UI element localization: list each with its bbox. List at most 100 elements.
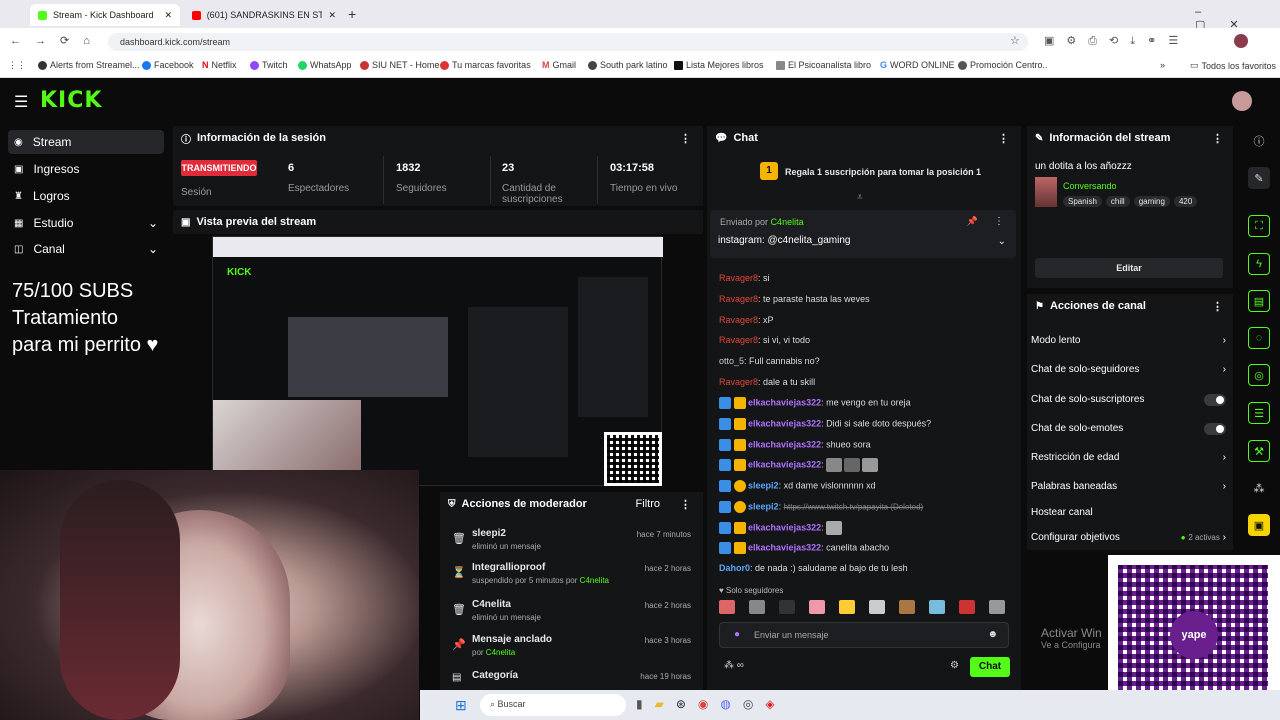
url-bar[interactable]: dashboard.kick.com/stream — [108, 33, 1028, 51]
chat-bubble-icon[interactable]: ◌ — [1248, 327, 1270, 349]
gear-icon[interactable]: ⚙ — [950, 660, 959, 671]
lightning-icon[interactable]: ϟ — [1248, 253, 1270, 275]
tab-youtube[interactable]: (601) SANDRASKINS EN STREAM ✕ — [184, 4, 344, 26]
tab-kick-dashboard[interactable]: Stream - Kick Dashboard ✕ — [30, 4, 180, 26]
user-avatar[interactable] — [1232, 91, 1252, 111]
bookmark-item[interactable]: Twitch — [250, 60, 288, 70]
menu-icon[interactable]: ☰ — [14, 92, 28, 112]
action-emotes-only[interactable]: Chat de solo-emotes — [1031, 423, 1226, 435]
tag[interactable]: 420 — [1173, 196, 1198, 207]
action-age-restriction[interactable]: Restricción de edad › — [1031, 452, 1226, 463]
mod-row: ▤ Categoría hace 19 horas — [452, 670, 691, 683]
chat-tools-icon[interactable]: ⁂ ∞ — [724, 660, 744, 671]
nav-buttons[interactable]: ←→⟳⌂ — [10, 34, 104, 47]
filter-button[interactable]: Filtro — [636, 498, 660, 510]
windows-start-icon[interactable]: ⊞ — [455, 697, 467, 714]
action-host-channel[interactable]: Hostear canal — [1031, 507, 1226, 518]
more-icon[interactable]: ⋮ — [680, 132, 691, 145]
bookmark-item[interactable]: Facebook — [142, 60, 194, 70]
chat-message: elkachaviejas322: me vengo en tu oreja — [719, 397, 911, 409]
star-icon[interactable]: ☆ — [1010, 34, 1020, 47]
bookmark-item[interactable]: Promoción Centro.. — [958, 60, 1048, 70]
pencil-icon[interactable]: ✎ — [1248, 167, 1270, 189]
stream-icon: ◉ — [14, 136, 23, 148]
pin-icon[interactable]: 📌 — [967, 216, 978, 227]
list-icon[interactable]: ☰ — [1248, 402, 1270, 424]
sidebar-item-ingresos[interactable]: ▣ Ingresos — [8, 157, 164, 181]
emoji-icon[interactable]: ☻ — [987, 629, 998, 640]
chat-input[interactable]: ● Enviar un mensaje ☻ — [719, 622, 1009, 648]
mod-badge-icon — [719, 501, 731, 513]
sidebar-item-stream[interactable]: ◉ Stream — [8, 130, 164, 154]
bookmark-item[interactable]: Tu marcas favoritas — [440, 60, 531, 70]
bookmark-item[interactable]: SIU NET - Home — [360, 60, 439, 70]
profile-avatar[interactable] — [1234, 34, 1248, 48]
taskbar-apps[interactable]: ▮ ▰ ⊛ ◉ ◍ ◎ ◈ — [636, 697, 775, 711]
gift-icon[interactable]: ▣ — [1248, 514, 1270, 536]
toggle-switch[interactable] — [1204, 394, 1226, 406]
more-icon[interactable]: ⋮ — [1212, 132, 1223, 145]
tag[interactable]: chill — [1105, 196, 1130, 207]
bookmark-item[interactable]: WhatsApp — [298, 60, 352, 70]
discord-icon: ◍ — [720, 697, 731, 711]
crown-badge-icon — [733, 418, 746, 430]
mic-icon[interactable]: ● — [734, 629, 740, 640]
apps-icon[interactable]: ⋮⋮ — [8, 60, 26, 71]
bookmark-item[interactable]: M Gmail — [542, 60, 576, 70]
overlay-line: Tratamiento — [12, 307, 118, 329]
apps-icon[interactable]: ⁂ — [1248, 477, 1270, 499]
url-text: dashboard.kick.com/stream — [120, 37, 231, 47]
action-goals[interactable]: Configurar objetivos ● 2 activas › — [1031, 532, 1226, 543]
kick-logo[interactable]: KICK — [40, 88, 102, 113]
money-icon: ▣ — [14, 163, 24, 175]
new-tab-icon[interactable]: + — [348, 6, 356, 22]
screen-icon: ▣ — [181, 216, 191, 228]
gift-sub-prompt[interactable]: Regala 1 suscripción para tomar la posic… — [785, 167, 981, 177]
send-chat-button[interactable]: Chat — [970, 657, 1010, 677]
wrench-icon[interactable]: ⚒ — [1248, 440, 1270, 462]
info-icon[interactable]: ⓘ — [1248, 130, 1270, 152]
action-followers-only[interactable]: Chat de solo-seguidores › — [1031, 364, 1226, 375]
fullscreen-icon[interactable]: ⛶ — [1248, 215, 1270, 237]
bookmark-item[interactable]: G WORD ONLINE — [880, 60, 955, 70]
clipboard-icon[interactable]: ▤ — [1248, 290, 1270, 312]
tag[interactable]: gaming — [1133, 196, 1170, 207]
emote-icon — [749, 600, 765, 614]
action-subscribers-only[interactable]: Chat de solo-suscriptores — [1031, 394, 1226, 406]
edit-button[interactable]: Editar — [1035, 258, 1223, 278]
bookmark-item[interactable]: N Netflix — [202, 60, 237, 70]
action-slow-mode[interactable]: Modo lento › — [1031, 335, 1226, 346]
chat-message: elkachaviejas322: canelita abacho — [719, 542, 889, 554]
bookmark-item[interactable]: El Psicoanalista libro — [776, 60, 871, 70]
mod-badge-icon — [719, 418, 731, 430]
more-icon[interactable]: ⋮ — [1212, 300, 1223, 313]
extension-icons[interactable]: ▣⚙⎙⟲⤓⚭☰ — [1044, 34, 1190, 48]
emote-bar[interactable] — [719, 600, 1009, 616]
sidebar-item-logros[interactable]: ♜ Logros — [8, 184, 164, 208]
action-banned-words[interactable]: Palabras baneadas › — [1031, 481, 1226, 492]
chevron-down-icon[interactable]: ⌄ — [998, 236, 1006, 247]
sidebar-item-estudio[interactable]: ▦ Estudio ⌄ — [8, 211, 164, 235]
category-icon: ▤ — [452, 672, 462, 683]
close-icon[interactable]: ✕ — [164, 10, 172, 21]
close-icon[interactable]: ✕ — [328, 10, 336, 21]
category-name[interactable]: Conversando — [1063, 181, 1117, 191]
yape-logo: yape — [1170, 611, 1218, 659]
chat-message: otto_5: Full cannabis no? — [719, 356, 820, 366]
taskbar-search[interactable]: ⌕ Buscar — [480, 694, 626, 716]
toggle-switch[interactable] — [1204, 423, 1226, 435]
more-icon[interactable]: ⋮ — [680, 498, 691, 511]
bookmark-item[interactable]: South park latino — [588, 60, 668, 70]
sidebar-item-canal[interactable]: ◫ Canal ⌄ — [8, 237, 164, 261]
tag[interactable]: Spanish — [1063, 196, 1102, 207]
bookmark-item[interactable]: Lista Mejores libros — [674, 60, 764, 70]
app-icon: ◎ — [742, 697, 754, 711]
more-icon[interactable]: ⋮ — [998, 132, 1009, 145]
overlay-line: para mi perrito ♥ — [12, 334, 159, 356]
chevron-down-icon[interactable]: ⩡ — [857, 192, 863, 203]
bookmark-item[interactable]: Alerts from Streamel... — [38, 60, 140, 70]
more-icon[interactable]: ⋮ — [994, 216, 1004, 227]
broadcast-icon[interactable]: ◎ — [1248, 364, 1270, 386]
bookmark-folder[interactable]: ▭ Todos los favoritos — [1190, 60, 1276, 71]
chevron-right-icon[interactable]: » — [1160, 60, 1165, 70]
